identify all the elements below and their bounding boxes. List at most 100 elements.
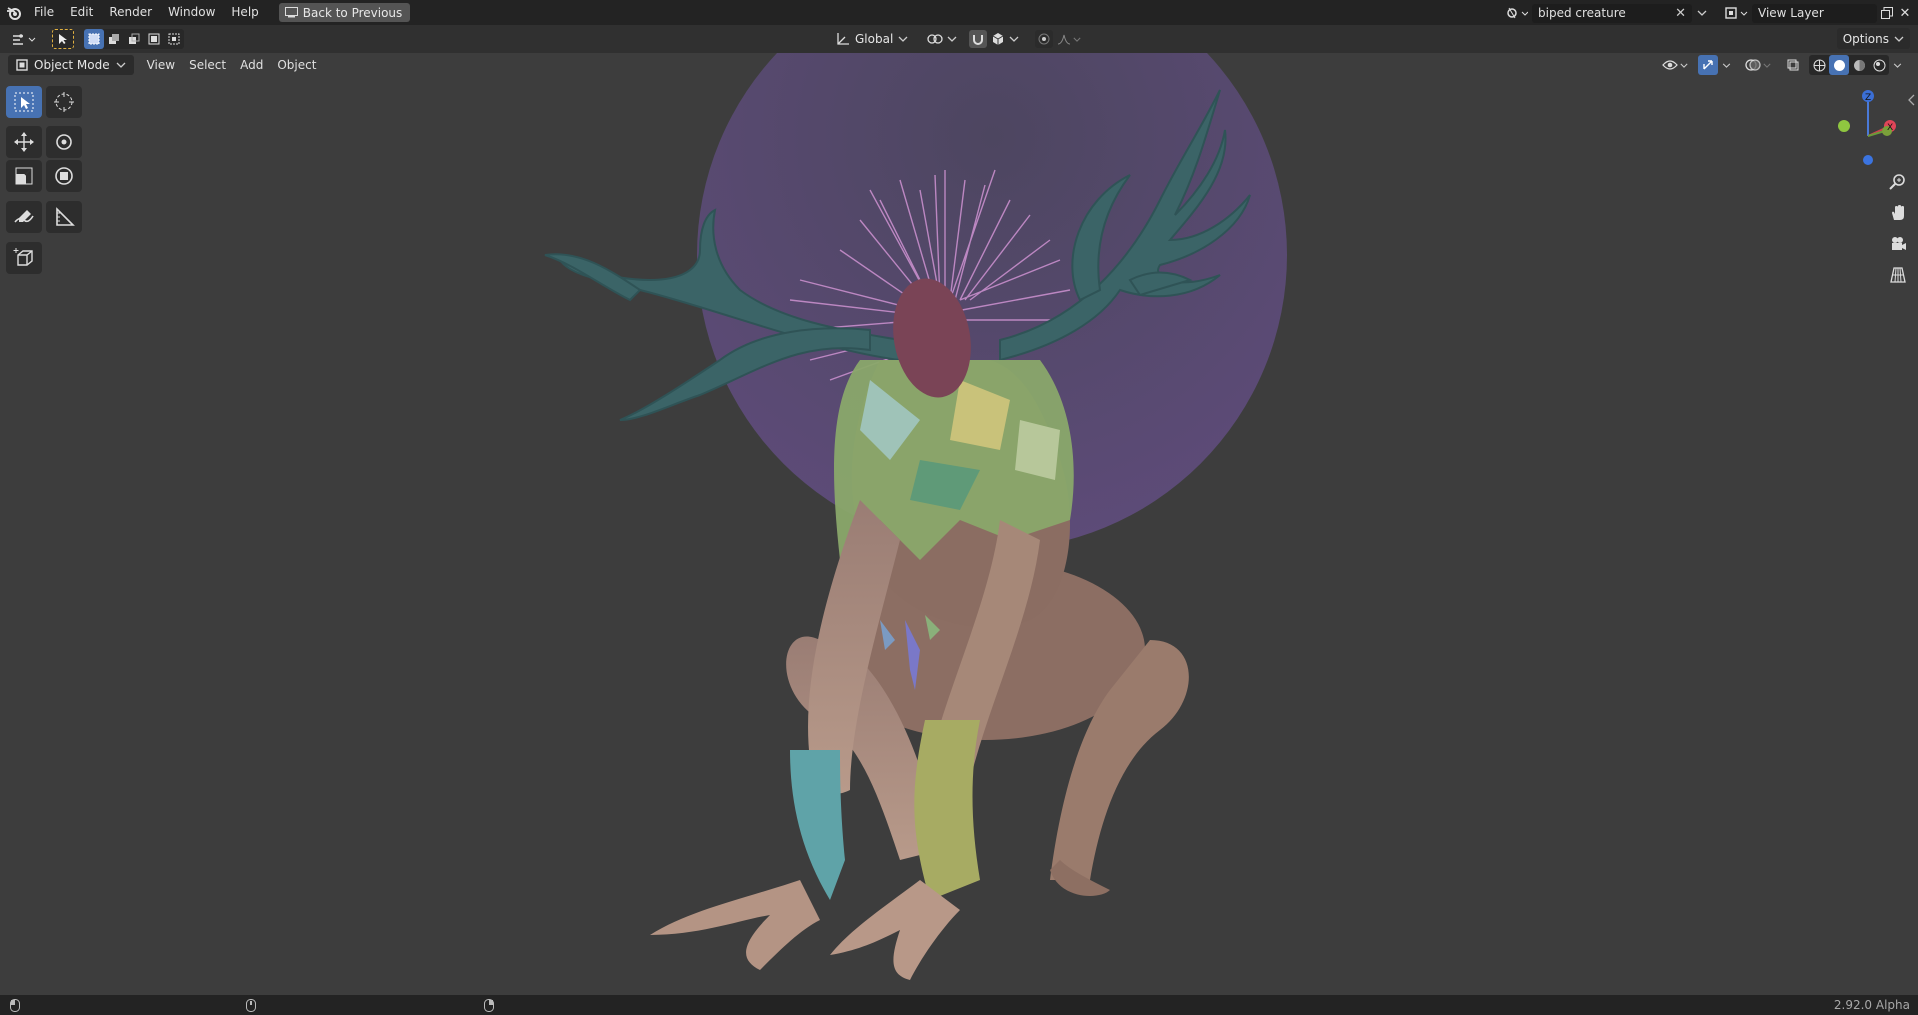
orientation-icon bbox=[837, 33, 849, 45]
chevron-down-icon[interactable] bbox=[1009, 36, 1019, 42]
right-navigation-tools bbox=[1884, 168, 1912, 292]
options-dropdown[interactable]: Options bbox=[1836, 28, 1910, 49]
scale-tool[interactable] bbox=[6, 160, 42, 192]
object-mode-icon bbox=[16, 59, 28, 71]
annotate-tool[interactable] bbox=[6, 201, 42, 233]
mouse-left-icon bbox=[10, 999, 20, 1015]
select-new-icon[interactable] bbox=[84, 29, 104, 49]
snap-target-icon[interactable] bbox=[990, 30, 1006, 48]
scene-icon[interactable] bbox=[1502, 3, 1532, 23]
pivot-icon bbox=[927, 34, 943, 44]
gizmo-x-label: X bbox=[1887, 123, 1893, 133]
transform-controls: Global bbox=[832, 29, 1081, 49]
view-layer-icon[interactable] bbox=[1722, 3, 1752, 23]
chevron-down-icon bbox=[898, 36, 908, 42]
falloff-icon[interactable] bbox=[1057, 33, 1081, 45]
tool-settings-header: Global Options bbox=[0, 25, 1918, 53]
close-icon[interactable]: ✕ bbox=[1897, 3, 1913, 23]
camera-view-icon[interactable] bbox=[1884, 230, 1912, 258]
menu-help[interactable]: Help bbox=[223, 0, 266, 25]
move-icon bbox=[14, 132, 34, 152]
chevron-down-icon[interactable] bbox=[1893, 62, 1902, 68]
blender-logo-icon[interactable] bbox=[2, 3, 26, 23]
measure-tool[interactable] bbox=[46, 201, 82, 233]
close-icon[interactable]: ✕ bbox=[1675, 6, 1686, 21]
magnet-icon[interactable] bbox=[969, 30, 988, 48]
version-label: 2.92.0 Alpha bbox=[1833, 998, 1910, 1012]
top-menu-bar: File Edit Render Window Help Back to Pre… bbox=[0, 0, 1918, 25]
select-box-tool[interactable] bbox=[6, 86, 42, 118]
menu-window[interactable]: Window bbox=[160, 0, 223, 25]
menu-edit[interactable]: Edit bbox=[62, 0, 101, 25]
transform-orientation-dropdown[interactable]: Global bbox=[832, 29, 912, 49]
navigation-gizmo[interactable]: Z X bbox=[1830, 88, 1900, 168]
proportional-edit-icon[interactable] bbox=[1035, 30, 1054, 48]
scale-icon bbox=[15, 167, 33, 185]
select-extend-icon[interactable] bbox=[104, 29, 124, 49]
scene-selector: biped creature ✕ bbox=[1502, 3, 1712, 23]
chevron-down-icon bbox=[116, 62, 126, 68]
viewport-shading-controls bbox=[1662, 55, 1902, 75]
chevron-down-icon[interactable] bbox=[1722, 62, 1731, 68]
rendered-shading-icon[interactable] bbox=[1869, 55, 1889, 75]
back-to-previous-button[interactable]: Back to Previous bbox=[278, 3, 411, 22]
back-to-previous-label: Back to Previous bbox=[302, 5, 403, 20]
sidebar-toggle-icon[interactable] bbox=[1906, 93, 1916, 107]
creature-render bbox=[544, 53, 1287, 980]
chevron-down-icon bbox=[947, 36, 957, 42]
viewport-menu-add[interactable]: Add bbox=[233, 58, 270, 72]
rotate-tool[interactable] bbox=[46, 126, 82, 158]
shading-mode-group bbox=[1809, 55, 1889, 75]
pivot-point-dropdown[interactable] bbox=[926, 32, 957, 46]
mouse-middle-icon bbox=[246, 999, 256, 1015]
viewport-menu-object[interactable]: Object bbox=[270, 58, 323, 72]
add-cube-tool[interactable] bbox=[6, 242, 42, 274]
snap-group bbox=[969, 30, 1019, 48]
cursor-icon bbox=[54, 92, 74, 112]
overlays-icon[interactable] bbox=[1745, 58, 1771, 72]
perspective-grid-icon[interactable] bbox=[1884, 261, 1912, 289]
status-bar: 2.92.0 Alpha bbox=[0, 995, 1918, 1015]
viewport-header: Object Mode View Select Add Object bbox=[0, 53, 1918, 77]
screen-icon bbox=[284, 7, 298, 18]
rotate-icon bbox=[56, 134, 72, 150]
select-tool-icon[interactable] bbox=[52, 29, 74, 49]
select-box-icon bbox=[14, 92, 34, 112]
scene-name-field[interactable]: biped creature ✕ bbox=[1532, 3, 1692, 23]
viewport-menu-view[interactable]: View bbox=[140, 58, 182, 72]
editor-type-icon[interactable] bbox=[8, 29, 40, 49]
scene-browse-icon[interactable] bbox=[1692, 3, 1712, 23]
zoom-icon[interactable] bbox=[1884, 168, 1912, 196]
options-label: Options bbox=[1842, 31, 1889, 46]
annotate-pencil-icon bbox=[14, 210, 34, 223]
pan-hand-icon[interactable] bbox=[1884, 199, 1912, 227]
xray-toggle-icon[interactable] bbox=[1783, 55, 1803, 75]
duplicate-icon[interactable] bbox=[1877, 3, 1897, 23]
proportional-editing-group bbox=[1035, 30, 1081, 48]
wireframe-shading-icon[interactable] bbox=[1809, 55, 1829, 75]
selection-mode-group bbox=[84, 29, 184, 49]
visibility-eye-icon[interactable] bbox=[1662, 59, 1688, 71]
menu-render[interactable]: Render bbox=[101, 0, 160, 25]
measure-ruler-icon bbox=[56, 207, 75, 226]
cursor-tool[interactable] bbox=[46, 86, 82, 118]
object-mode-dropdown[interactable]: Object Mode bbox=[8, 55, 134, 75]
move-tool[interactable] bbox=[6, 126, 42, 158]
viewport-menu-select[interactable]: Select bbox=[182, 58, 233, 72]
menu-file[interactable]: File bbox=[26, 0, 62, 25]
3d-viewport[interactable] bbox=[0, 53, 1918, 995]
object-mode-label: Object Mode bbox=[34, 58, 110, 72]
select-subtract-icon[interactable] bbox=[124, 29, 144, 49]
solid-shading-icon[interactable] bbox=[1829, 55, 1849, 75]
gizmo-z-label: Z bbox=[1865, 93, 1871, 103]
chevron-down-icon bbox=[1894, 36, 1904, 42]
gizmo-toggle-icon[interactable] bbox=[1698, 55, 1718, 75]
scene-name: biped creature bbox=[1538, 6, 1626, 20]
transform-tool[interactable] bbox=[46, 160, 82, 192]
material-shading-icon[interactable] bbox=[1849, 55, 1869, 75]
transform-orientation-label: Global bbox=[855, 32, 894, 46]
view-layer-name: View Layer bbox=[1758, 6, 1824, 20]
select-invert-icon[interactable] bbox=[144, 29, 164, 49]
select-intersect-icon[interactable] bbox=[164, 29, 184, 49]
view-layer-field[interactable]: View Layer bbox=[1752, 3, 1877, 23]
